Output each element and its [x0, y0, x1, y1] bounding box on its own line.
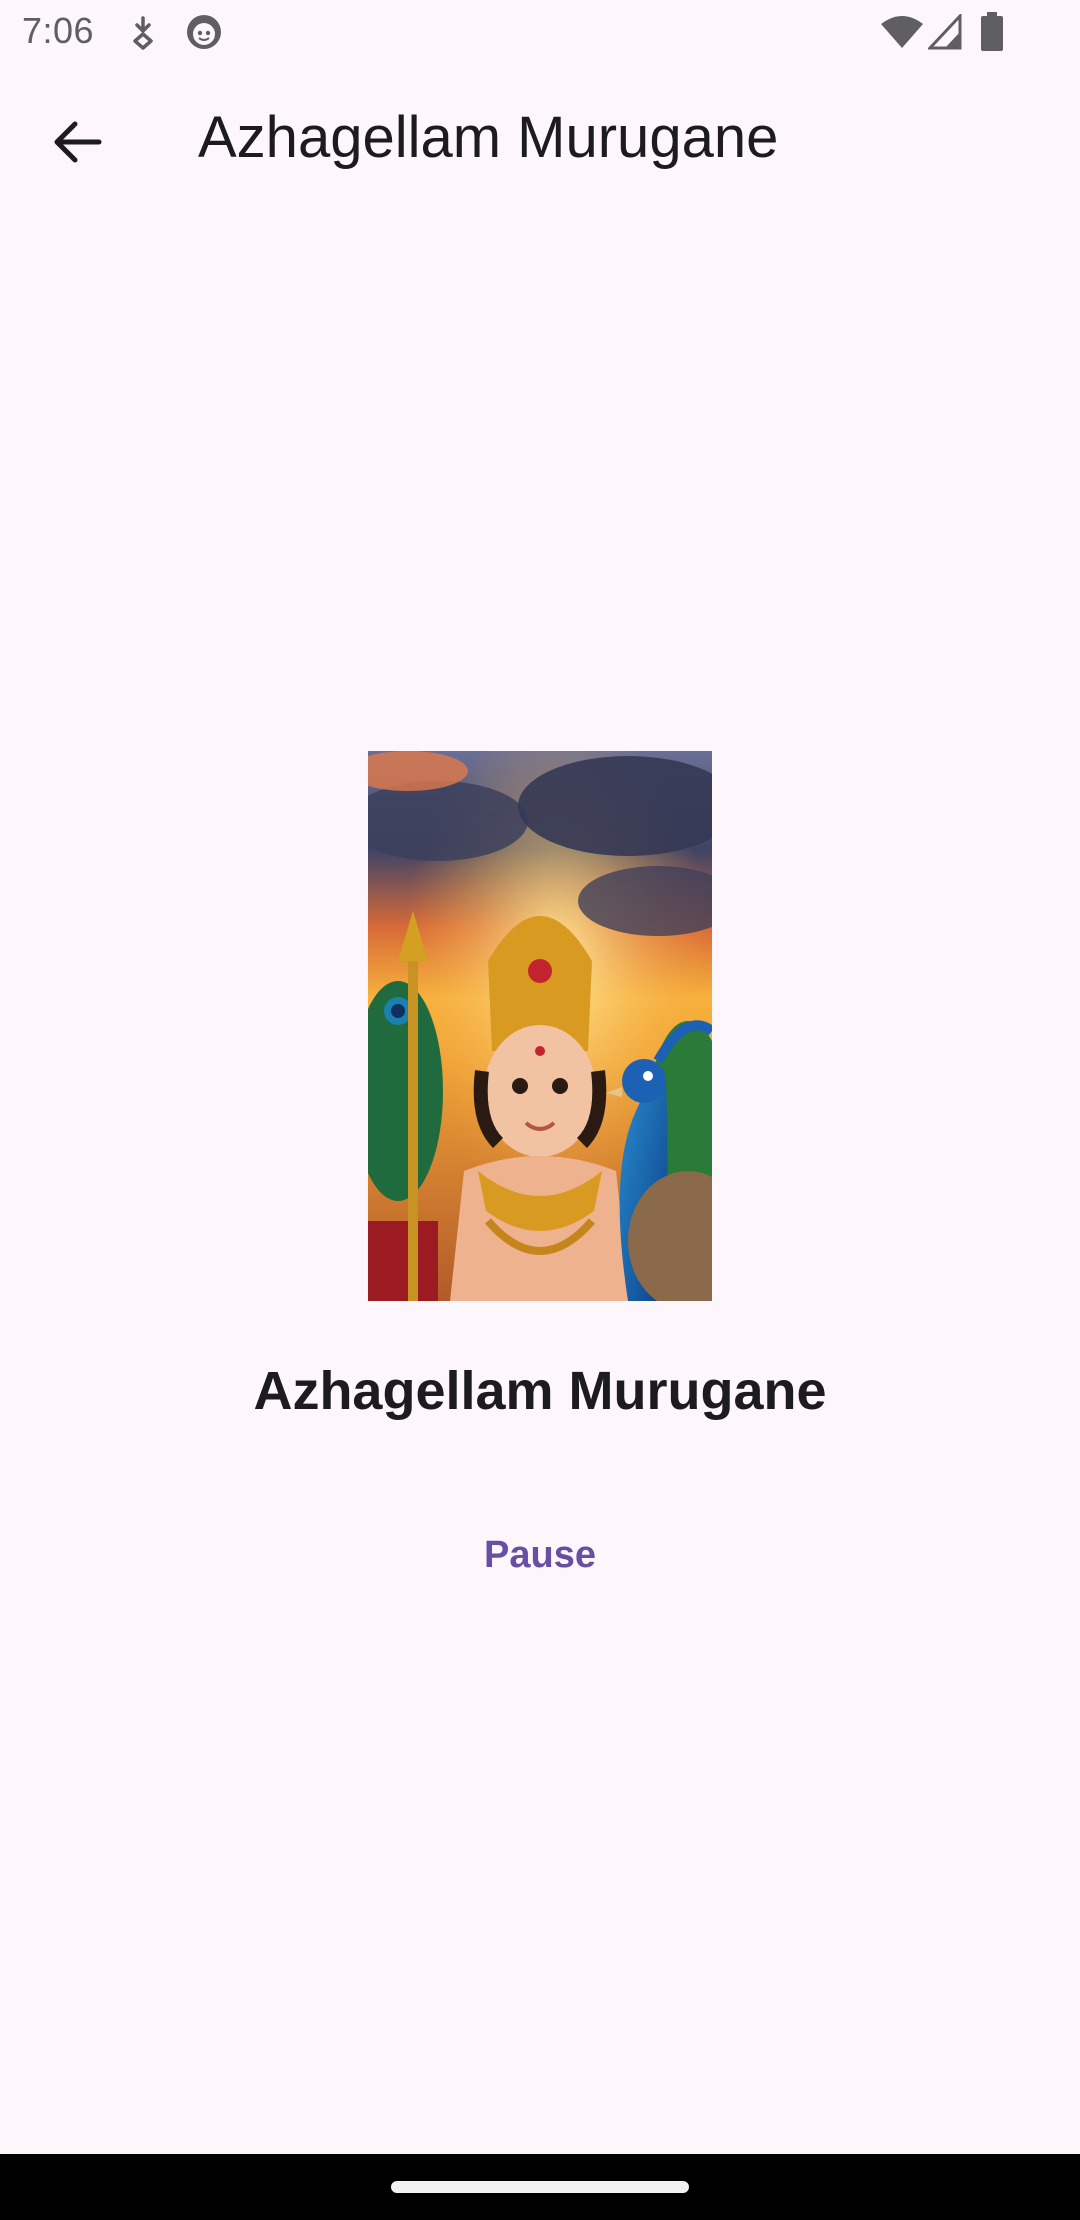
download-icon: [128, 16, 158, 55]
arrow-back-icon: [53, 120, 103, 169]
signal-icon: [926, 12, 962, 55]
battery-icon: [980, 12, 1004, 57]
status-time: 7:06: [22, 10, 95, 51]
song-title: Azhagellam Murugane: [253, 1361, 827, 1421]
navigation-bar: [0, 2154, 1080, 2220]
song-artwork: [368, 751, 712, 1301]
back-button[interactable]: [38, 112, 118, 176]
home-gesture-handle[interactable]: [391, 2181, 689, 2193]
smiley-icon: [186, 14, 222, 55]
top-app-bar: Azhagellam Murugane: [0, 66, 1080, 218]
page-title: Azhagellam Murugane: [198, 105, 779, 170]
pause-button[interactable]: Pause: [440, 1500, 640, 1610]
wifi-icon: [880, 14, 924, 55]
status-bar: 7:06: [0, 0, 1080, 66]
